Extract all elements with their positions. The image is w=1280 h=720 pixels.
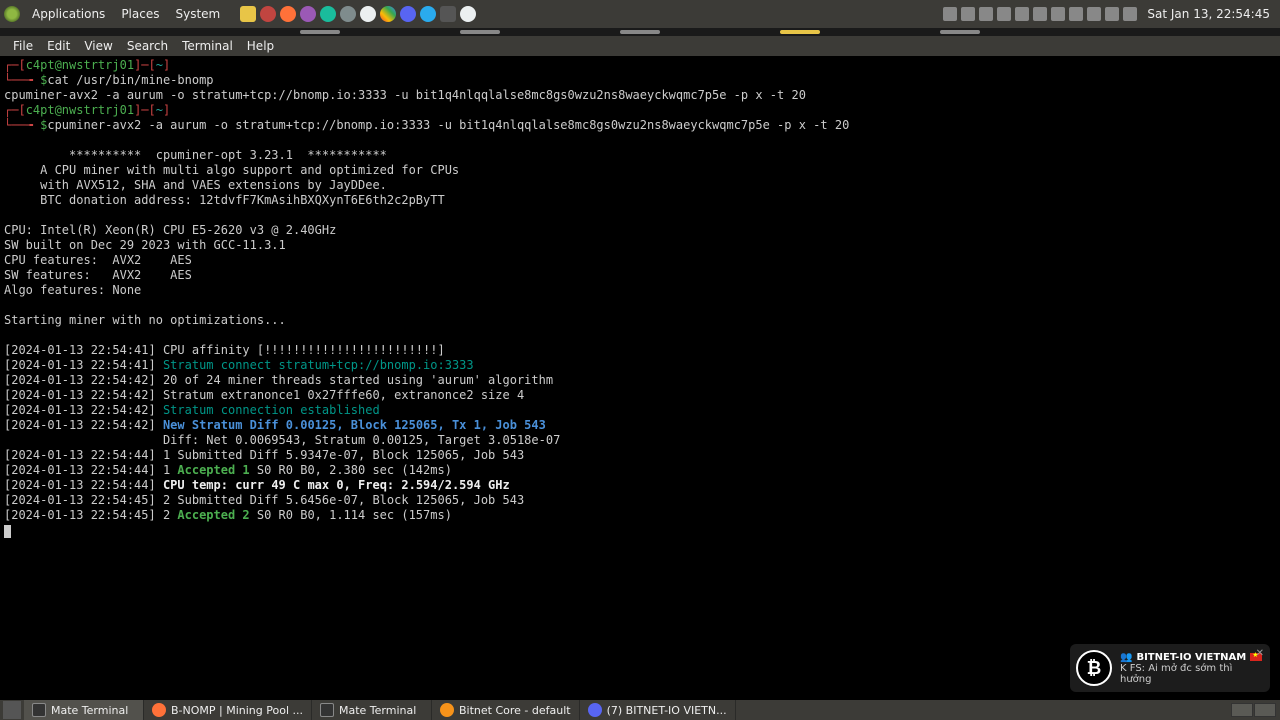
task-label: Mate Terminal [51, 704, 128, 717]
notification-popup[interactable]: ₿ 👥 BITNET-IO VIETNAM K FS: Ai mở đc sớm… [1070, 644, 1270, 692]
mate-logo-icon [4, 6, 20, 22]
bottom-panel: Mate Terminal B-NOMP | Mining Pool ... Mat… [0, 700, 1280, 720]
menu-view[interactable]: View [77, 39, 119, 53]
task-icon [588, 703, 602, 717]
discord-icon[interactable] [400, 6, 416, 22]
app-icon[interactable] [340, 6, 356, 22]
menu-search[interactable]: Search [120, 39, 175, 53]
menu-places[interactable]: Places [113, 7, 167, 21]
terminal-output[interactable]: ┌─[c4pt@nwstrtrj01]─[~] └──╼ $cat /usr/b… [0, 56, 1280, 700]
tray-icon[interactable] [997, 7, 1011, 21]
volume-icon[interactable] [1123, 7, 1137, 21]
tray-icon[interactable] [1087, 7, 1101, 21]
task-label: Mate Terminal [339, 704, 416, 717]
app-icon[interactable] [300, 6, 316, 22]
task-icon [320, 703, 334, 717]
tray-icon[interactable] [1033, 7, 1047, 21]
taskbar-item[interactable]: (7) BITNET-IO VIETN... [580, 700, 736, 720]
terminal-window: File Edit View Search Terminal Help ┌─[c… [0, 36, 1280, 700]
menu-edit[interactable]: Edit [40, 39, 77, 53]
tray-icon[interactable] [943, 7, 957, 21]
menu-help[interactable]: Help [240, 39, 281, 53]
app-icon[interactable] [320, 6, 336, 22]
task-icon [152, 703, 166, 717]
app-icon[interactable] [460, 6, 476, 22]
quicklaunch [240, 6, 476, 22]
app-icon[interactable] [440, 6, 456, 22]
menu-terminal[interactable]: Terminal [175, 39, 240, 53]
task-icon [32, 703, 46, 717]
task-icon [440, 703, 454, 717]
taskbar-item[interactable]: B-NOMP | Mining Pool ... [144, 700, 312, 720]
tray-icon[interactable] [961, 7, 975, 21]
chrome-icon[interactable] [380, 6, 396, 22]
tray-icon[interactable] [979, 7, 993, 21]
tray-icon[interactable] [1015, 7, 1029, 21]
notification-body: 👥 BITNET-IO VIETNAM K FS: Ai mở đc sớm t… [1120, 652, 1264, 685]
task-label: B-NOMP | Mining Pool ... [171, 704, 303, 717]
menu-file[interactable]: File [6, 39, 40, 53]
menu-system[interactable]: System [167, 7, 228, 21]
notification-text: K FS: Ai mở đc sớm thì hưởng [1120, 663, 1264, 685]
taskbar-item[interactable]: Mate Terminal [312, 700, 432, 720]
telegram-icon[interactable] [420, 6, 436, 22]
terminal-menubar: File Edit View Search Terminal Help [0, 36, 1280, 56]
network-icon[interactable] [1105, 7, 1119, 21]
bitcoin-icon: ₿ [1076, 650, 1112, 686]
workspace-1[interactable] [1231, 703, 1253, 717]
system-tray: Sat Jan 13, 22:54:45 [943, 7, 1276, 21]
clock[interactable]: Sat Jan 13, 22:54:45 [1141, 7, 1276, 21]
taskbar-item[interactable]: Mate Terminal [24, 700, 144, 720]
app-icon[interactable] [260, 6, 276, 22]
firefox-icon[interactable] [280, 6, 296, 22]
workspace-2[interactable] [1254, 703, 1276, 717]
workspace-switcher[interactable] [1231, 703, 1280, 717]
task-label: Bitnet Core - default [459, 704, 571, 717]
task-label: (7) BITNET-IO VIETN... [607, 704, 727, 717]
top-panel: Applications Places System Sat Jan 13, 2… [0, 0, 1280, 28]
notification-title: BITNET-IO VIETNAM [1136, 652, 1246, 663]
tray-icon[interactable] [1051, 7, 1065, 21]
files-icon[interactable] [240, 6, 256, 22]
show-desktop-button[interactable] [3, 701, 21, 719]
close-icon[interactable]: ✕ [1256, 648, 1264, 659]
tray-icon[interactable] [1069, 7, 1083, 21]
menu-applications[interactable]: Applications [24, 7, 113, 21]
taskbar-item[interactable]: Bitnet Core - default [432, 700, 580, 720]
app-icon[interactable] [360, 6, 376, 22]
